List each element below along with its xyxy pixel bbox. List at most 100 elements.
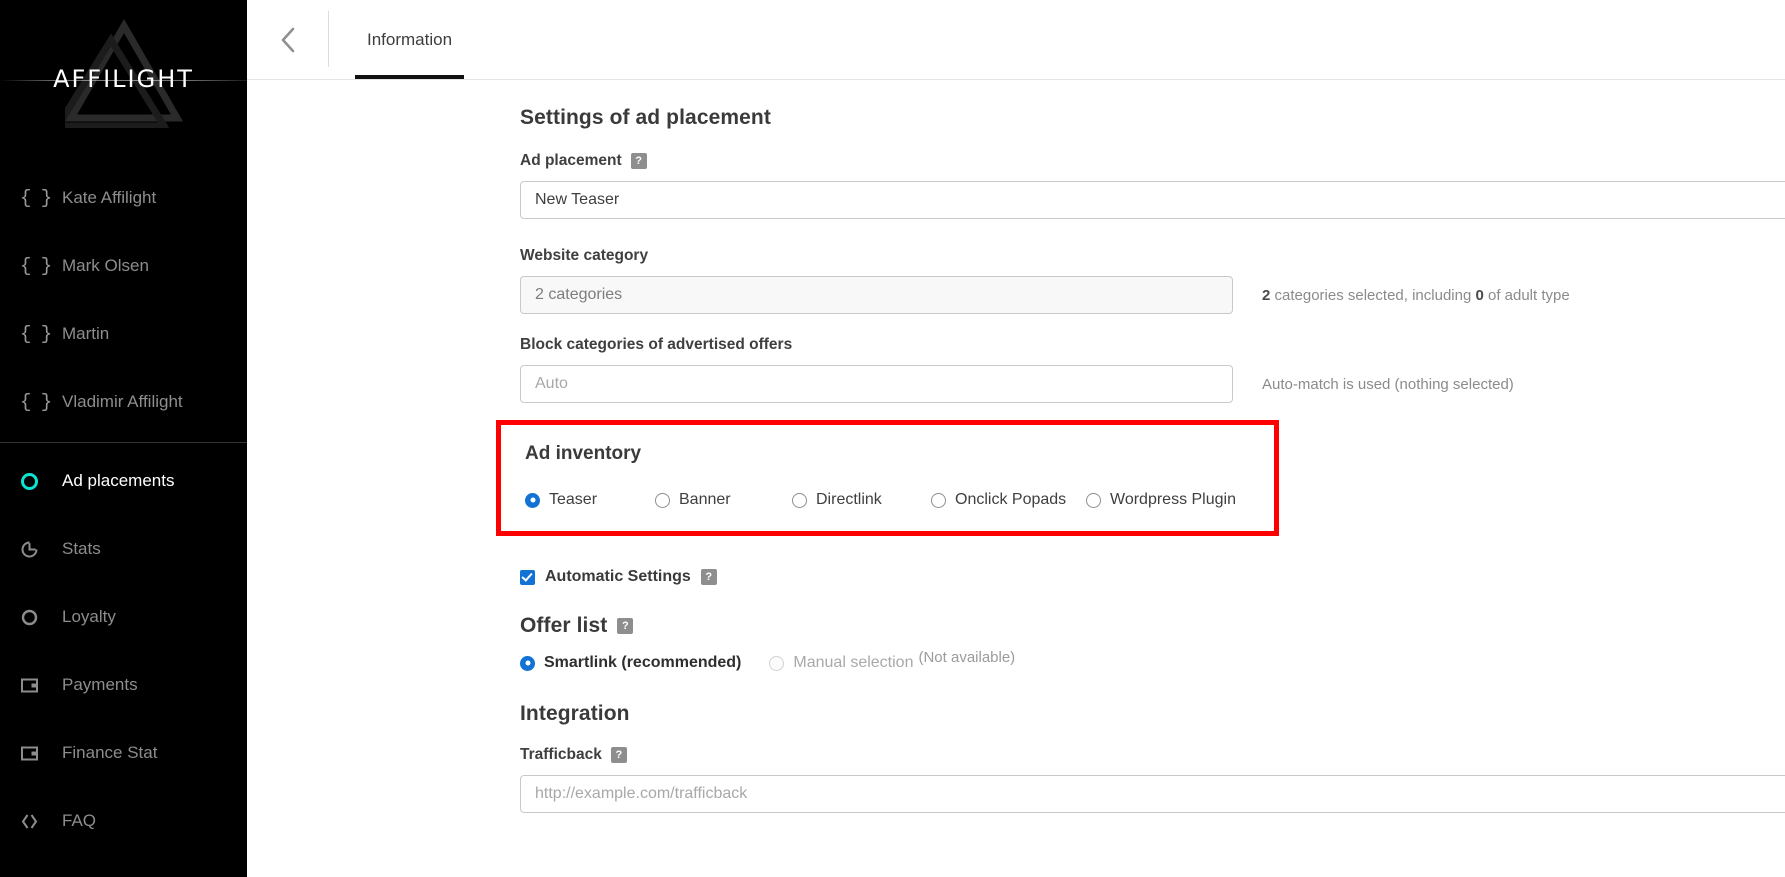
sidebar-item-mark-olsen[interactable]: { } Mark Olsen xyxy=(0,232,247,300)
sidebar-item-martin[interactable]: { } Martin xyxy=(0,300,247,368)
ad-inventory-radio-group: Teaser Banner Directlink Onclick Popads xyxy=(525,491,1274,509)
sidebar-item-kate-affilight[interactable]: { } Kate Affilight xyxy=(0,164,247,232)
chevron-left-icon xyxy=(281,27,294,52)
offer-list-title-row: Offer list ? xyxy=(520,614,1785,638)
sidebar-item-label: Loyalty xyxy=(62,607,116,626)
wallet-icon xyxy=(20,744,54,763)
sidebar-item-label: Mark Olsen xyxy=(62,256,149,275)
radio-label: Manual selection xyxy=(793,654,914,671)
sidebar-item-vladimir-affilight[interactable]: { } Vladimir Affilight xyxy=(0,368,247,436)
label-text: Ad placement xyxy=(520,152,622,169)
back-button[interactable] xyxy=(247,0,328,79)
radio-dot-icon xyxy=(769,655,785,671)
sidebar: AFFILIGHT { } Kate Affilight { } Mark Ol… xyxy=(0,0,247,877)
wallet-icon xyxy=(20,676,54,695)
page-title: Settings of ad placement xyxy=(520,106,771,129)
help-icon[interactable]: ? xyxy=(610,747,627,763)
checkbox-checked-icon xyxy=(520,569,535,585)
radio-label: Wordpress Plugin xyxy=(1110,491,1236,508)
radio-teaser[interactable]: Teaser xyxy=(525,491,655,509)
ad-placement-label: Ad placement ? xyxy=(520,152,1785,170)
not-available-note: (Not available) xyxy=(918,649,1016,666)
braces-icon: { } xyxy=(20,255,52,277)
automatic-settings-checkbox[interactable]: Automatic Settings ? xyxy=(520,568,1785,586)
offer-list-title: Offer list xyxy=(520,614,608,637)
hint-mid: categories selected, including xyxy=(1270,286,1476,304)
trafficback-input[interactable] xyxy=(520,775,1785,813)
sidebar-item-stats[interactable]: Stats xyxy=(0,515,247,583)
website-category-row: 2 categories selected, including 0 of ad… xyxy=(520,276,1785,314)
help-icon[interactable]: ? xyxy=(700,569,717,585)
help-icon[interactable]: ? xyxy=(617,618,634,634)
sidebar-item-label: Ad placements xyxy=(62,471,175,490)
sidebar-item-label: Kate Affilight xyxy=(62,188,157,207)
website-category-input[interactable] xyxy=(520,276,1233,314)
tab-label: Information xyxy=(367,29,453,49)
sidebar-item-label: Payments xyxy=(62,675,138,694)
block-categories-input[interactable] xyxy=(520,365,1233,403)
block-categories-hint: Auto-match is used (nothing selected) xyxy=(1262,375,1514,393)
diamond-brackets-icon xyxy=(20,812,54,831)
braces-icon: { } xyxy=(20,187,52,209)
radio-manual-selection: Manual selection (Not available) xyxy=(769,649,1015,672)
radio-label: Teaser xyxy=(549,491,598,508)
sidebar-item-label: Stats xyxy=(62,539,101,558)
radio-onclick-popads[interactable]: Onclick Popads xyxy=(931,491,1086,509)
radio-label: Directlink xyxy=(816,491,882,508)
radio-dot-icon xyxy=(525,492,540,508)
sidebar-item-label: Finance Stat xyxy=(62,743,158,762)
topbar: Information xyxy=(247,0,1785,80)
website-category-label: Website category xyxy=(520,247,1785,265)
ring-icon xyxy=(20,472,54,491)
radio-directlink[interactable]: Directlink xyxy=(792,491,931,509)
radio-smartlink[interactable]: Smartlink (recommended) xyxy=(520,654,741,672)
main-panel: Information Settings of ad placement Ad … xyxy=(247,0,1785,877)
pie-chart-icon xyxy=(20,540,54,559)
circle-icon xyxy=(20,608,54,627)
radio-label: Smartlink (recommended) xyxy=(544,654,742,671)
label-text: Website category xyxy=(520,247,649,264)
radio-dot-icon xyxy=(931,492,946,508)
logo[interactable]: AFFILIGHT xyxy=(0,0,247,160)
logo-text: AFFILIGHT xyxy=(53,65,194,93)
sidebar-item-ad-placements[interactable]: Ad placements xyxy=(0,447,247,515)
integration-title: Integration xyxy=(520,702,630,725)
radio-label: Onclick Popads xyxy=(955,491,1067,508)
app-root: AFFILIGHT { } Kate Affilight { } Mark Ol… xyxy=(0,0,1785,877)
tab-information[interactable]: Information xyxy=(355,0,465,79)
sidebar-divider xyxy=(0,442,247,443)
block-categories-label: Block categories of advertised offers xyxy=(520,336,1785,354)
radio-banner[interactable]: Banner xyxy=(655,491,792,509)
adult-count: 0 xyxy=(1475,286,1484,304)
sidebar-item-label: Vladimir Affilight xyxy=(62,392,183,411)
braces-icon: { } xyxy=(20,391,52,413)
sidebar-item-finance-stat[interactable]: Finance Stat xyxy=(0,719,247,787)
sidebar-item-faq[interactable]: FAQ xyxy=(0,787,247,855)
braces-icon: { } xyxy=(20,323,52,345)
website-category-hint: 2 categories selected, including 0 of ad… xyxy=(1262,287,1570,304)
offer-list-radio-group: Smartlink (recommended) Manual selection… xyxy=(520,649,1785,672)
label-text: Block categories of advertised offers xyxy=(520,336,793,353)
ad-placement-input[interactable] xyxy=(520,181,1785,219)
radio-dot-icon xyxy=(792,492,807,508)
label-text: Trafficback xyxy=(520,746,602,763)
sidebar-item-label: Martin xyxy=(62,324,110,343)
tab-bar: Information xyxy=(329,0,465,79)
trafficback-label: Trafficback ? xyxy=(520,746,1785,764)
ad-inventory-title: Ad inventory xyxy=(525,443,642,464)
form-content: Settings of ad placement Ad placement ? … xyxy=(247,80,1785,813)
sidebar-item-payments[interactable]: Payments xyxy=(0,651,247,719)
hint-end: of adult type xyxy=(1483,286,1570,304)
sidebar-item-label: FAQ xyxy=(62,811,97,830)
radio-dot-icon xyxy=(655,492,670,508)
block-categories-row: Auto-match is used (nothing selected) xyxy=(520,365,1785,403)
help-icon[interactable]: ? xyxy=(630,153,647,169)
radio-wordpress-plugin[interactable]: Wordpress Plugin xyxy=(1086,491,1236,509)
ad-inventory-highlight: Ad inventory Teaser Banner Directlink On… xyxy=(496,420,1279,536)
automatic-settings-label: Automatic Settings xyxy=(545,568,691,585)
radio-dot-icon xyxy=(520,655,535,671)
sidebar-nav: { } Kate Affilight { } Mark Olsen { } Ma… xyxy=(0,160,247,855)
radio-dot-icon xyxy=(1086,492,1101,508)
sidebar-item-loyalty[interactable]: Loyalty xyxy=(0,583,247,651)
radio-label: Banner xyxy=(679,491,731,508)
